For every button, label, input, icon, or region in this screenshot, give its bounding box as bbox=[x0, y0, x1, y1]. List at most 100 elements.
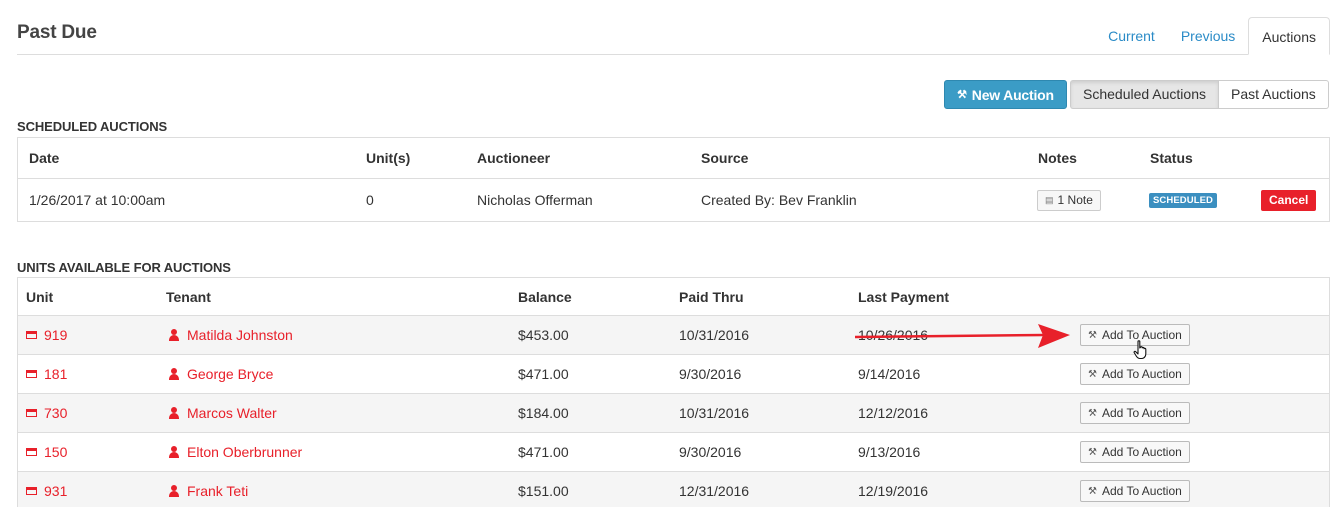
cancel-button[interactable]: Cancel bbox=[1261, 189, 1317, 211]
tenant-name: Frank Teti bbox=[187, 483, 249, 499]
gavel-icon: ⚒ bbox=[1088, 407, 1097, 419]
unit-number: 931 bbox=[44, 483, 68, 499]
scheduled-auctions-table: Date Unit(s) Auctioneer Source Notes Sta… bbox=[17, 137, 1330, 222]
tab-previous[interactable]: Previous bbox=[1168, 17, 1248, 55]
unit-link[interactable]: 919 bbox=[26, 316, 67, 354]
paid-thru: 10/31/2016 bbox=[679, 327, 750, 343]
scheduled-auctions-button[interactable]: Scheduled Auctions bbox=[1070, 80, 1218, 109]
tenant-link[interactable]: Frank Teti bbox=[168, 472, 248, 507]
auction-units: 0 bbox=[366, 192, 374, 208]
unit-number: 730 bbox=[44, 405, 68, 421]
person-icon bbox=[168, 329, 180, 341]
unit-link[interactable]: 150 bbox=[26, 433, 67, 471]
balance: $471.00 bbox=[518, 444, 569, 460]
tab-bar: Current Previous Auctions bbox=[1095, 17, 1330, 55]
tab-current[interactable]: Current bbox=[1095, 17, 1168, 55]
add-to-auction-label: Add To Auction bbox=[1101, 445, 1182, 459]
auction-date: 1/26/2017 at 10:00am bbox=[29, 192, 166, 208]
balance: $453.00 bbox=[518, 327, 569, 343]
header-divider bbox=[17, 54, 1249, 55]
tenant-name: Marcos Walter bbox=[187, 405, 277, 421]
add-to-auction-button[interactable]: ⚒ Add To Auction bbox=[1080, 441, 1190, 463]
new-auction-button[interactable]: ⚒ New Auction bbox=[944, 80, 1067, 109]
tenant-link[interactable]: Elton Oberbrunner bbox=[168, 433, 302, 471]
gavel-icon: ⚒ bbox=[1088, 485, 1097, 497]
balance: $471.00 bbox=[518, 366, 569, 382]
new-auction-label: New Auction bbox=[971, 86, 1054, 103]
scheduled-auctions-heading: SCHEDULED AUCTIONS bbox=[17, 119, 168, 134]
person-icon bbox=[168, 446, 180, 458]
col-auctioneer: Auctioneer bbox=[477, 150, 551, 166]
units-table: Unit Tenant Balance Paid Thru Last Payme… bbox=[17, 277, 1330, 507]
table-row: 181 George Bryce $471.00 9/30/2016 9/14/… bbox=[18, 355, 1329, 394]
last-payment: 9/13/2016 bbox=[858, 444, 921, 460]
col-paid-thru: Paid Thru bbox=[679, 288, 744, 305]
note-icon: ▤ bbox=[1045, 194, 1054, 205]
col-notes: Notes bbox=[1038, 150, 1077, 166]
gavel-icon: ⚒ bbox=[1088, 329, 1097, 341]
col-date: Date bbox=[29, 150, 60, 166]
unit-link[interactable]: 931 bbox=[26, 472, 67, 507]
person-icon bbox=[168, 368, 180, 380]
notes-button[interactable]: ▤ 1 Note bbox=[1037, 189, 1101, 211]
balance: $151.00 bbox=[518, 483, 569, 499]
status-badge: SCHEDULED bbox=[1149, 192, 1218, 208]
tenant-link[interactable]: George Bryce bbox=[168, 355, 273, 393]
auction-view-toggle: Scheduled Auctions Past Auctions bbox=[1070, 80, 1329, 109]
col-tenant: Tenant bbox=[166, 288, 211, 305]
paid-thru: 9/30/2016 bbox=[679, 366, 742, 382]
storage-unit-icon bbox=[26, 331, 37, 339]
col-source: Source bbox=[701, 150, 749, 166]
add-to-auction-label: Add To Auction bbox=[1101, 328, 1182, 342]
add-to-auction-button[interactable]: ⚒ Add To Auction bbox=[1080, 480, 1190, 502]
unit-number: 919 bbox=[44, 327, 68, 343]
table-row: 730 Marcos Walter $184.00 10/31/2016 12/… bbox=[18, 394, 1329, 433]
table-row: 1/26/2017 at 10:00am 0 Nicholas Offerman… bbox=[18, 179, 1329, 221]
tenant-name: Elton Oberbrunner bbox=[187, 444, 303, 460]
add-to-auction-button[interactable]: ⚒ Add To Auction bbox=[1080, 363, 1190, 385]
tab-auctions[interactable]: Auctions bbox=[1248, 17, 1330, 55]
unit-link[interactable]: 181 bbox=[26, 355, 67, 393]
paid-thru: 10/31/2016 bbox=[679, 405, 750, 421]
paid-thru: 9/30/2016 bbox=[679, 444, 742, 460]
units-available-heading: UNITS AVAILABLE FOR AUCTIONS bbox=[17, 260, 231, 275]
add-to-auction-button[interactable]: ⚒ Add To Auction bbox=[1080, 324, 1190, 346]
col-last-payment: Last Payment bbox=[858, 288, 950, 305]
add-to-auction-label: Add To Auction bbox=[1101, 484, 1182, 498]
storage-unit-icon bbox=[26, 448, 37, 456]
storage-unit-icon bbox=[26, 487, 37, 495]
table-row: 931 Frank Teti $151.00 12/31/2016 12/19/… bbox=[18, 472, 1329, 507]
auctioneer-name: Nicholas Offerman bbox=[477, 192, 593, 208]
person-icon bbox=[168, 407, 180, 419]
storage-unit-icon bbox=[26, 409, 37, 417]
tenant-name: Matilda Johnston bbox=[187, 327, 293, 343]
notes-label: 1 Note bbox=[1057, 193, 1093, 207]
unit-number: 150 bbox=[44, 444, 68, 460]
table-header: Date Unit(s) Auctioneer Source Notes Sta… bbox=[18, 138, 1329, 179]
col-balance: Balance bbox=[518, 288, 572, 305]
col-units: Unit(s) bbox=[366, 150, 411, 166]
tenant-name: George Bryce bbox=[187, 366, 274, 382]
auction-source: Created By: Bev Franklin bbox=[701, 192, 857, 208]
last-payment: 12/12/2016 bbox=[858, 405, 929, 421]
last-payment: 12/19/2016 bbox=[858, 483, 929, 499]
tenant-link[interactable]: Marcos Walter bbox=[168, 394, 277, 432]
past-auctions-button[interactable]: Past Auctions bbox=[1217, 80, 1329, 109]
table-header: Unit Tenant Balance Paid Thru Last Payme… bbox=[18, 278, 1329, 316]
gavel-icon: ⚒ bbox=[957, 89, 967, 101]
add-to-auction-label: Add To Auction bbox=[1101, 367, 1182, 381]
storage-unit-icon bbox=[26, 370, 37, 378]
col-unit: Unit bbox=[26, 288, 54, 305]
unit-link[interactable]: 730 bbox=[26, 394, 67, 432]
last-payment: 9/14/2016 bbox=[858, 366, 921, 382]
add-to-auction-button[interactable]: ⚒ Add To Auction bbox=[1080, 402, 1190, 424]
col-status: Status bbox=[1150, 150, 1193, 166]
paid-thru: 12/31/2016 bbox=[679, 483, 750, 499]
table-row: 919 Matilda Johnston $453.00 10/31/2016 … bbox=[18, 316, 1329, 355]
tenant-link[interactable]: Matilda Johnston bbox=[168, 316, 293, 354]
last-payment: 10/26/2016 bbox=[858, 327, 929, 343]
page-title: Past Due bbox=[17, 22, 97, 43]
gavel-icon: ⚒ bbox=[1088, 446, 1097, 458]
table-row: 150 Elton Oberbrunner $471.00 9/30/2016 … bbox=[18, 433, 1329, 472]
unit-number: 181 bbox=[44, 366, 68, 382]
